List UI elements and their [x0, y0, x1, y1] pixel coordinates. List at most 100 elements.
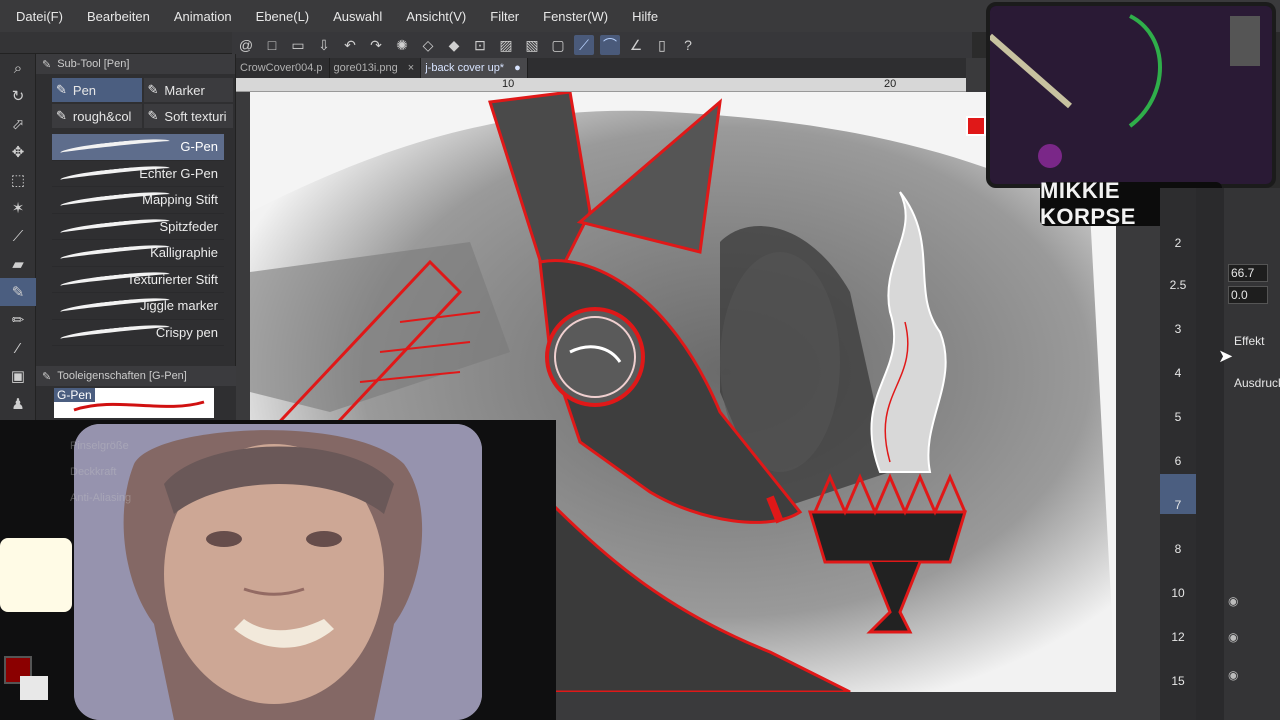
main-color-indicator[interactable]	[966, 116, 986, 136]
pen-icon: ✎	[56, 82, 67, 97]
prop-label: Anti-Aliasing	[70, 492, 132, 504]
tab-rough[interactable]: ✎ rough&col	[52, 104, 142, 128]
snap-ruler-icon[interactable]: ⟋	[574, 35, 594, 55]
marquee-icon[interactable]: ⬚	[0, 166, 36, 194]
size-value: 6	[1174, 454, 1182, 468]
overlay-light-patch	[0, 538, 72, 612]
snap-curve-icon[interactable]: ⌒	[600, 35, 620, 55]
brush-item[interactable]: Spitzfeder	[52, 214, 224, 240]
angle-field[interactable]: 0.0	[1228, 286, 1268, 304]
help-icon[interactable]: ?	[678, 35, 698, 55]
brush-size-item[interactable]: 12	[1160, 630, 1196, 644]
save-icon[interactable]: ⇩	[314, 35, 334, 55]
brush-item[interactable]: Echter G-Pen	[52, 161, 224, 187]
menu-filter[interactable]: Filter	[474, 9, 527, 24]
size-value: 7	[1174, 498, 1182, 512]
wrench-icon: ✎	[42, 370, 52, 383]
selection-icon[interactable]: ▧	[522, 35, 542, 55]
size-value: 3	[1174, 322, 1182, 336]
brush-list: G-Pen Echter G-Pen Mapping Stift Spitzfe…	[52, 134, 224, 396]
brush-stroke-preview	[59, 321, 171, 344]
brush-size-item[interactable]: 10	[1160, 586, 1196, 600]
clear-icon[interactable]: ◇	[418, 35, 438, 55]
new-file-icon[interactable]: □	[262, 35, 282, 55]
size-value: 4	[1174, 366, 1182, 380]
menu-view[interactable]: Ansicht(V)	[390, 9, 474, 24]
open-folder-icon[interactable]: ▭	[288, 35, 308, 55]
airbrush-icon[interactable]: ▣	[0, 362, 36, 390]
zoom-icon[interactable]: ⌕	[0, 54, 36, 82]
magic-wand-icon[interactable]: ✶	[0, 194, 36, 222]
rotation-field[interactable]: 66.7	[1228, 264, 1268, 282]
close-icon[interactable]: ●	[514, 62, 521, 74]
sub-color-swatch[interactable]	[20, 676, 48, 700]
tab-soft-label: Soft texturi	[164, 108, 227, 124]
menu-animation[interactable]: Animation	[158, 9, 240, 24]
brush-item[interactable]: Texturierter Stift	[52, 267, 224, 293]
fill-icon[interactable]: ◆	[444, 35, 464, 55]
snap-grid-icon[interactable]: ∠	[626, 35, 646, 55]
tab-crowcover[interactable]: CrowCover004.p	[236, 58, 330, 78]
tab-marker[interactable]: ✎ Marker	[143, 78, 233, 102]
menu-help[interactable]: Hilfe	[616, 9, 666, 24]
brush-item[interactable]: Kalligraphie	[52, 240, 224, 267]
prop-label: Deckkraft	[70, 466, 117, 478]
frame-icon[interactable]: ▢	[548, 35, 568, 55]
eye-icon[interactable]: ◉	[1228, 668, 1238, 682]
eye-icon[interactable]: ◉	[1228, 594, 1238, 608]
spiral-icon[interactable]: @	[236, 35, 256, 55]
decoration-icon[interactable]: ♟	[0, 390, 36, 418]
brush-item[interactable]: Crispy pen	[52, 320, 224, 346]
close-icon[interactable]: ×	[408, 62, 414, 74]
hidden-property-labels: Pinselgröße Deckkraft Anti-Aliasing	[70, 440, 131, 504]
pen-icon: ✎	[42, 58, 52, 71]
brush-size-item[interactable]: 4	[1160, 366, 1196, 380]
tab-pen[interactable]: ✎ Pen	[52, 78, 142, 102]
brush-size-item[interactable]: 8	[1160, 542, 1196, 556]
rotate-icon[interactable]: ↻	[0, 82, 36, 110]
eye-icon[interactable]: ◉	[1228, 630, 1238, 644]
brush-size-item-selected[interactable]: 7	[1160, 474, 1196, 514]
undo-icon[interactable]: ↶	[340, 35, 360, 55]
tab-jback[interactable]: j-back cover up* ●	[421, 58, 528, 78]
brush-size-item[interactable]: 3	[1160, 322, 1196, 336]
doc-tab-label: CrowCover004.p	[240, 62, 323, 74]
brush-item[interactable]: G-Pen	[52, 134, 224, 161]
app-window: Datei(F) Bearbeiten Animation Ebene(L) A…	[0, 0, 1280, 720]
object-select-icon[interactable]: ⬀	[0, 110, 36, 138]
transform-icon[interactable]: ⊡	[470, 35, 490, 55]
device-icon[interactable]: ▯	[652, 35, 672, 55]
mouse-cursor-icon: ➤	[1218, 346, 1234, 366]
brush-size-item[interactable]: 2	[1160, 236, 1196, 250]
eyedropper-icon[interactable]: ⟋	[0, 222, 36, 250]
brush-size-item[interactable]: 15	[1160, 674, 1196, 688]
brush-stroke-preview	[59, 215, 171, 238]
pen-tool-icon[interactable]: ✎	[0, 278, 36, 306]
tab-gore[interactable]: gore013i.png ×	[330, 58, 422, 78]
menu-edit[interactable]: Bearbeiten	[71, 9, 158, 24]
move-icon[interactable]: ✥	[0, 138, 36, 166]
tab-soft-texture[interactable]: ✎ Soft texturi	[143, 104, 233, 128]
pencil-icon[interactable]: ✏	[0, 306, 36, 334]
loading-icon[interactable]: ✺	[392, 35, 412, 55]
ruler-mark: 20	[884, 78, 897, 90]
menu-file[interactable]: Datei(F)	[0, 9, 71, 24]
crop-icon[interactable]: ▨	[496, 35, 516, 55]
brush-stroke-preview	[59, 295, 171, 317]
brush-icon[interactable]: ⁄	[0, 334, 36, 362]
brush-size-item[interactable]: 6	[1160, 454, 1196, 468]
brush-stroke-preview	[59, 162, 171, 185]
brush-item[interactable]: Mapping Stift	[52, 187, 224, 214]
eraser-icon[interactable]: ▰	[0, 250, 36, 278]
brush-size-item[interactable]: 5	[1160, 410, 1196, 424]
canvas-vertical-scrollbar[interactable]	[1196, 188, 1224, 720]
effekt-label: Effekt	[1234, 334, 1265, 348]
prop-label: Pinselgröße	[70, 440, 129, 452]
menu-selection[interactable]: Auswahl	[317, 9, 390, 24]
menu-layer[interactable]: Ebene(L)	[240, 9, 317, 24]
brush-item[interactable]: Jiggle marker	[52, 293, 224, 320]
tab-marker-label: Marker	[164, 82, 205, 98]
redo-icon[interactable]: ↷	[366, 35, 386, 55]
brush-size-item[interactable]: 2.5	[1160, 278, 1196, 292]
menu-window[interactable]: Fenster(W)	[527, 9, 616, 24]
